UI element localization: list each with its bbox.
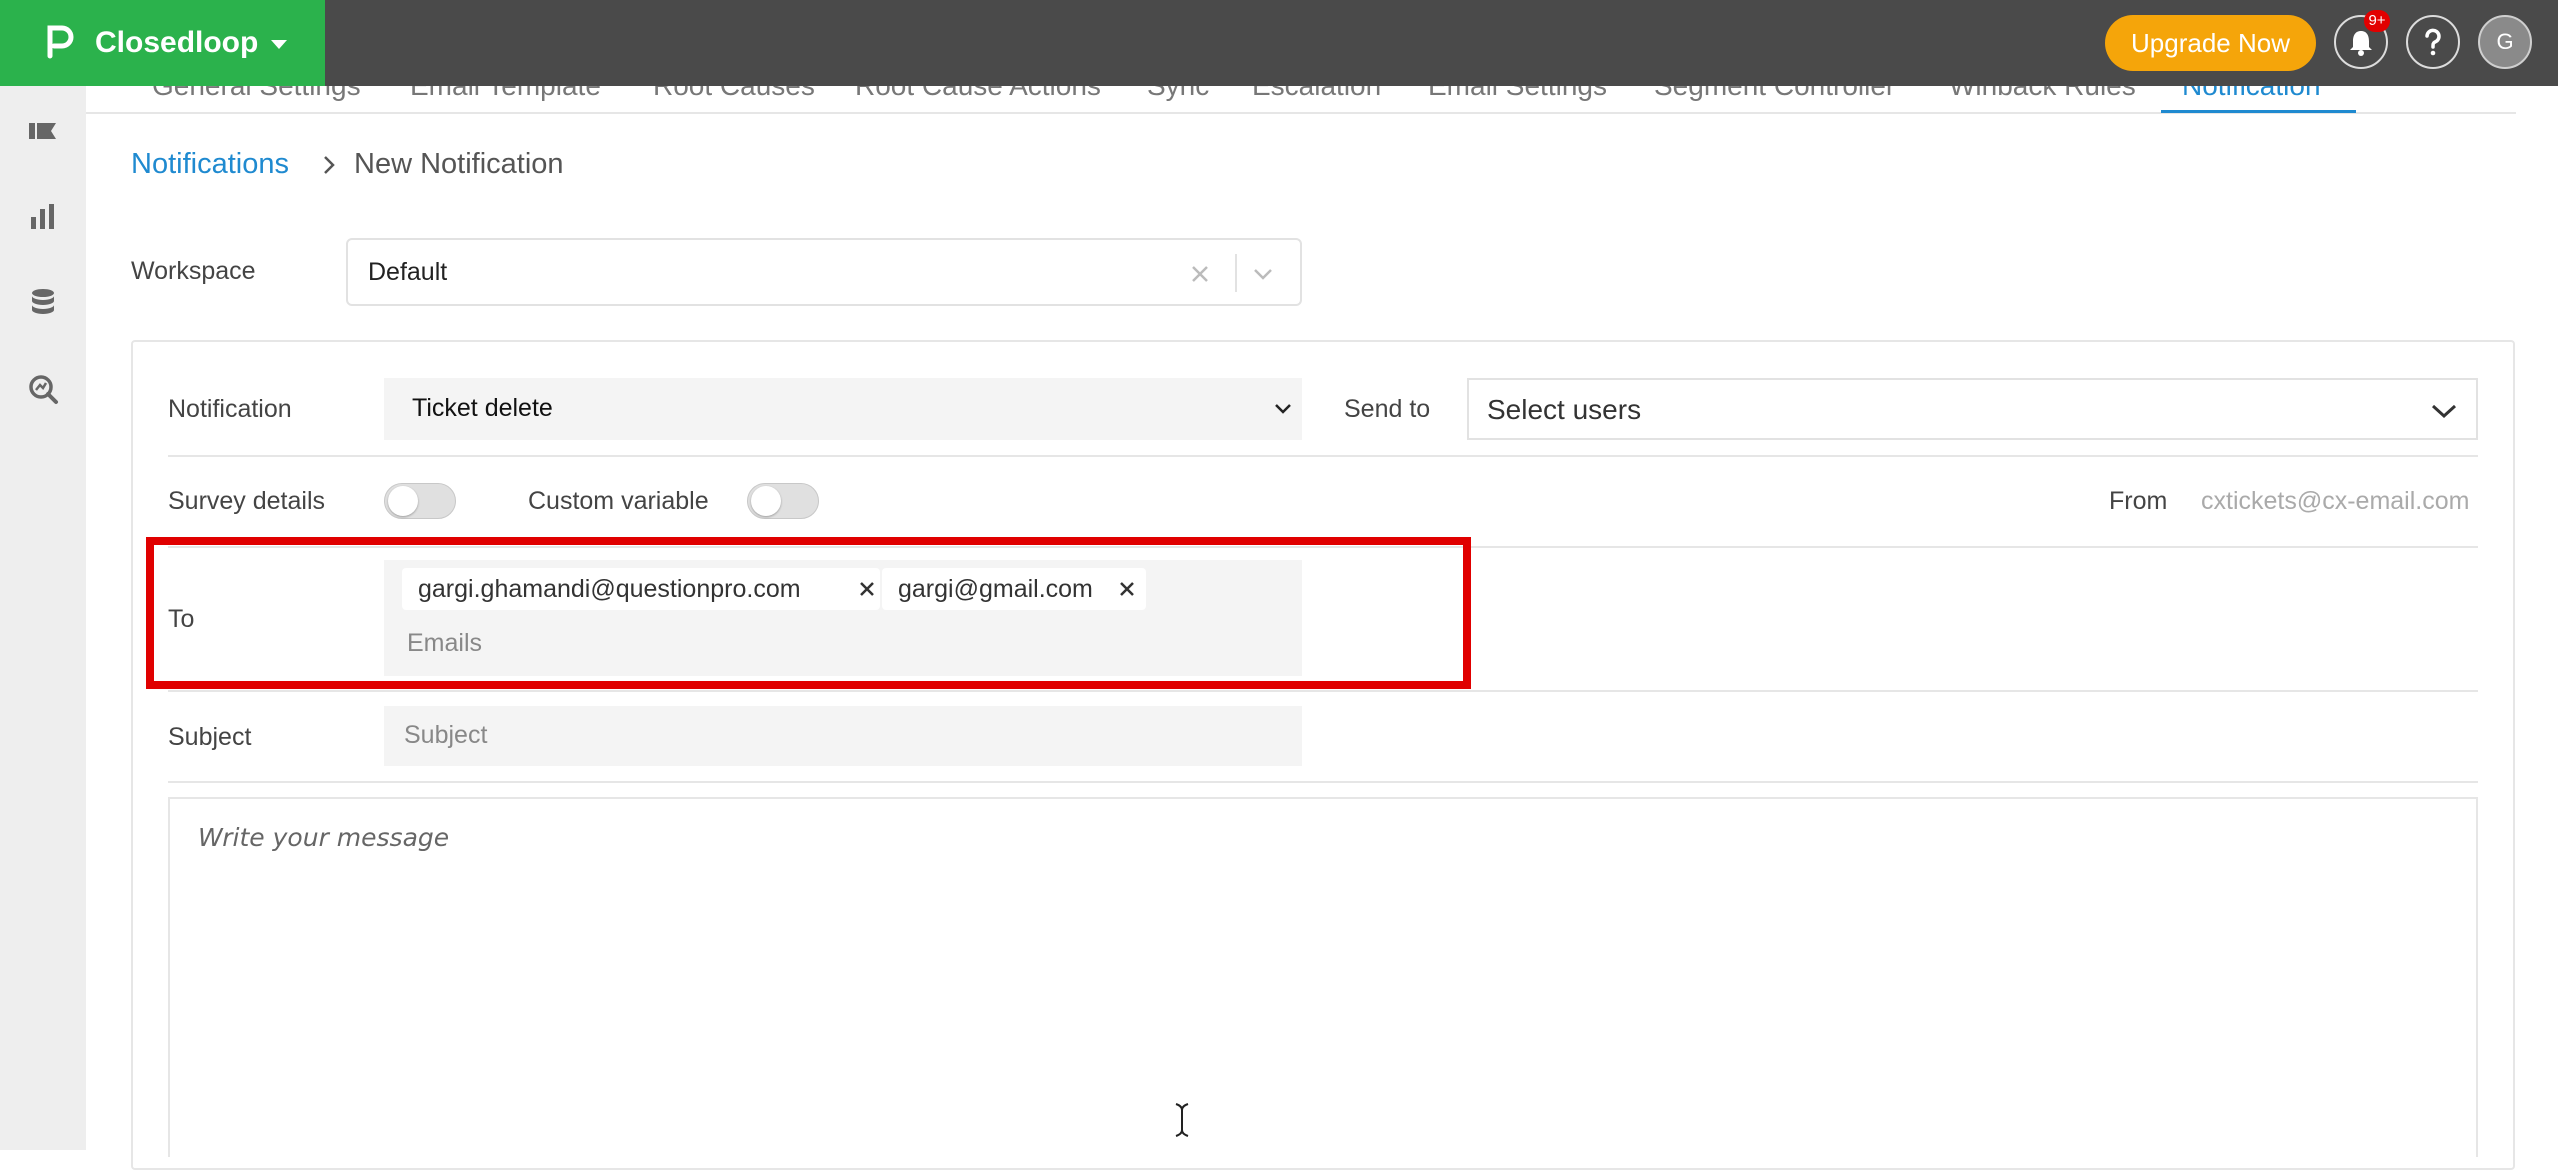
tab-escalation[interactable]: Escalation bbox=[1252, 86, 1381, 102]
send-to-select[interactable]: Select users bbox=[1467, 378, 2478, 440]
notification-label: Notification bbox=[168, 395, 292, 423]
tab-segment-controller[interactable]: Segment Controller bbox=[1654, 86, 1895, 102]
notification-count-badge: 9+ bbox=[2364, 10, 2390, 32]
row-divider bbox=[168, 455, 2478, 457]
tab-general-settings[interactable]: General Settings bbox=[152, 86, 361, 102]
chevron-down-icon bbox=[2431, 404, 2457, 419]
tab-winback-rules[interactable]: Winback Rules bbox=[1949, 86, 2136, 102]
subject-label: Subject bbox=[168, 723, 252, 751]
breadcrumb-current: New Notification bbox=[354, 148, 564, 180]
active-tab-indicator bbox=[2161, 110, 2356, 113]
ticket-icon[interactable] bbox=[26, 114, 60, 148]
tab-root-causes[interactable]: Root Causes bbox=[653, 86, 815, 102]
brand-menu[interactable]: Closedloop bbox=[0, 0, 325, 86]
from-email-value: cxtickets@cx-email.com bbox=[2201, 487, 2470, 515]
workspace-value: Default bbox=[368, 258, 448, 286]
custom-variable-label: Custom variable bbox=[528, 487, 709, 515]
row-divider bbox=[168, 690, 2478, 692]
toggle-knob bbox=[751, 486, 781, 516]
chevron-down-icon[interactable] bbox=[1250, 262, 1276, 286]
upgrade-now-button[interactable]: Upgrade Now bbox=[2105, 15, 2316, 71]
row-divider bbox=[168, 781, 2478, 783]
send-to-label: Send to bbox=[1344, 395, 1431, 423]
breadcrumb-notifications-link[interactable]: Notifications bbox=[131, 148, 289, 181]
tab-root-cause-actions[interactable]: Root Cause Actions bbox=[855, 86, 1101, 102]
bar-chart-icon[interactable] bbox=[26, 200, 60, 234]
top-bar: Closedloop Upgrade Now 9+ G bbox=[0, 0, 2558, 86]
brand-name: Closedloop bbox=[95, 26, 259, 59]
text-cursor-icon bbox=[1175, 1103, 1189, 1137]
subject-placeholder: Subject bbox=[404, 721, 488, 749]
chevron-right-icon bbox=[324, 156, 335, 174]
message-placeholder: Write your message bbox=[198, 823, 450, 852]
send-to-placeholder: Select users bbox=[1487, 394, 1642, 425]
select-divider bbox=[1235, 254, 1237, 292]
message-editor[interactable]: Write your message bbox=[168, 797, 2478, 1157]
tab-notification[interactable]: Notification bbox=[2182, 86, 2321, 102]
question-mark-icon bbox=[2425, 28, 2441, 56]
left-sidebar bbox=[0, 86, 86, 1150]
workspace-select[interactable]: Default bbox=[346, 238, 1302, 306]
search-analytics-icon[interactable] bbox=[26, 372, 60, 406]
workspace-label: Workspace bbox=[131, 257, 256, 285]
settings-tabs: General Settings Email Template Root Cau… bbox=[86, 86, 2516, 114]
from-label: From bbox=[2109, 487, 2168, 515]
subject-input[interactable]: Subject bbox=[384, 706, 1302, 766]
database-icon[interactable] bbox=[26, 286, 60, 320]
chevron-down-icon[interactable] bbox=[265, 30, 293, 58]
notification-type-value: Ticket delete bbox=[412, 394, 553, 422]
toggle-knob bbox=[388, 486, 418, 516]
tab-email-settings[interactable]: Email Settings bbox=[1428, 86, 1607, 102]
closedloop-logo-icon bbox=[47, 25, 74, 59]
help-button[interactable] bbox=[2406, 15, 2460, 69]
notification-type-select[interactable]: Ticket delete bbox=[384, 378, 1302, 440]
highlight-box bbox=[146, 537, 1471, 689]
chevron-down-icon bbox=[1275, 404, 1291, 414]
survey-details-label: Survey details bbox=[168, 487, 326, 515]
avatar[interactable]: G bbox=[2478, 15, 2532, 69]
tab-sync[interactable]: Sync bbox=[1147, 86, 1209, 102]
clear-icon[interactable] bbox=[1188, 262, 1212, 286]
tab-email-template[interactable]: Email Template bbox=[410, 86, 601, 102]
custom-variable-toggle[interactable] bbox=[747, 483, 819, 519]
survey-details-toggle[interactable] bbox=[384, 483, 456, 519]
